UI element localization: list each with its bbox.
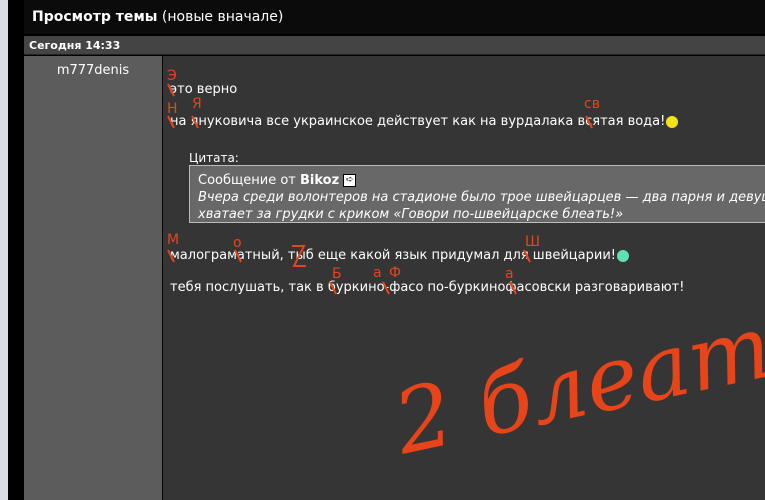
annotation-letter: Б: [332, 266, 342, 282]
annotation-letter: а: [373, 265, 382, 281]
annotation-letter: о: [233, 235, 242, 251]
annotation-letter: Я: [192, 96, 202, 112]
annotation-letter: Н: [167, 101, 178, 117]
annotation-letter: Ф: [389, 265, 401, 281]
annotation-big-text: 2 блеать!: [385, 277, 765, 475]
annotation-letter: М: [167, 232, 179, 248]
annotation-letter: Э: [167, 68, 177, 84]
annotation-letter: св: [584, 96, 600, 112]
annotation-letter: Ш: [525, 234, 540, 250]
handwritten-annotations: Э Н Я св М о Б а Ф Ш а 2 блеать!: [167, 68, 765, 475]
annotation-letter: а: [505, 266, 514, 282]
